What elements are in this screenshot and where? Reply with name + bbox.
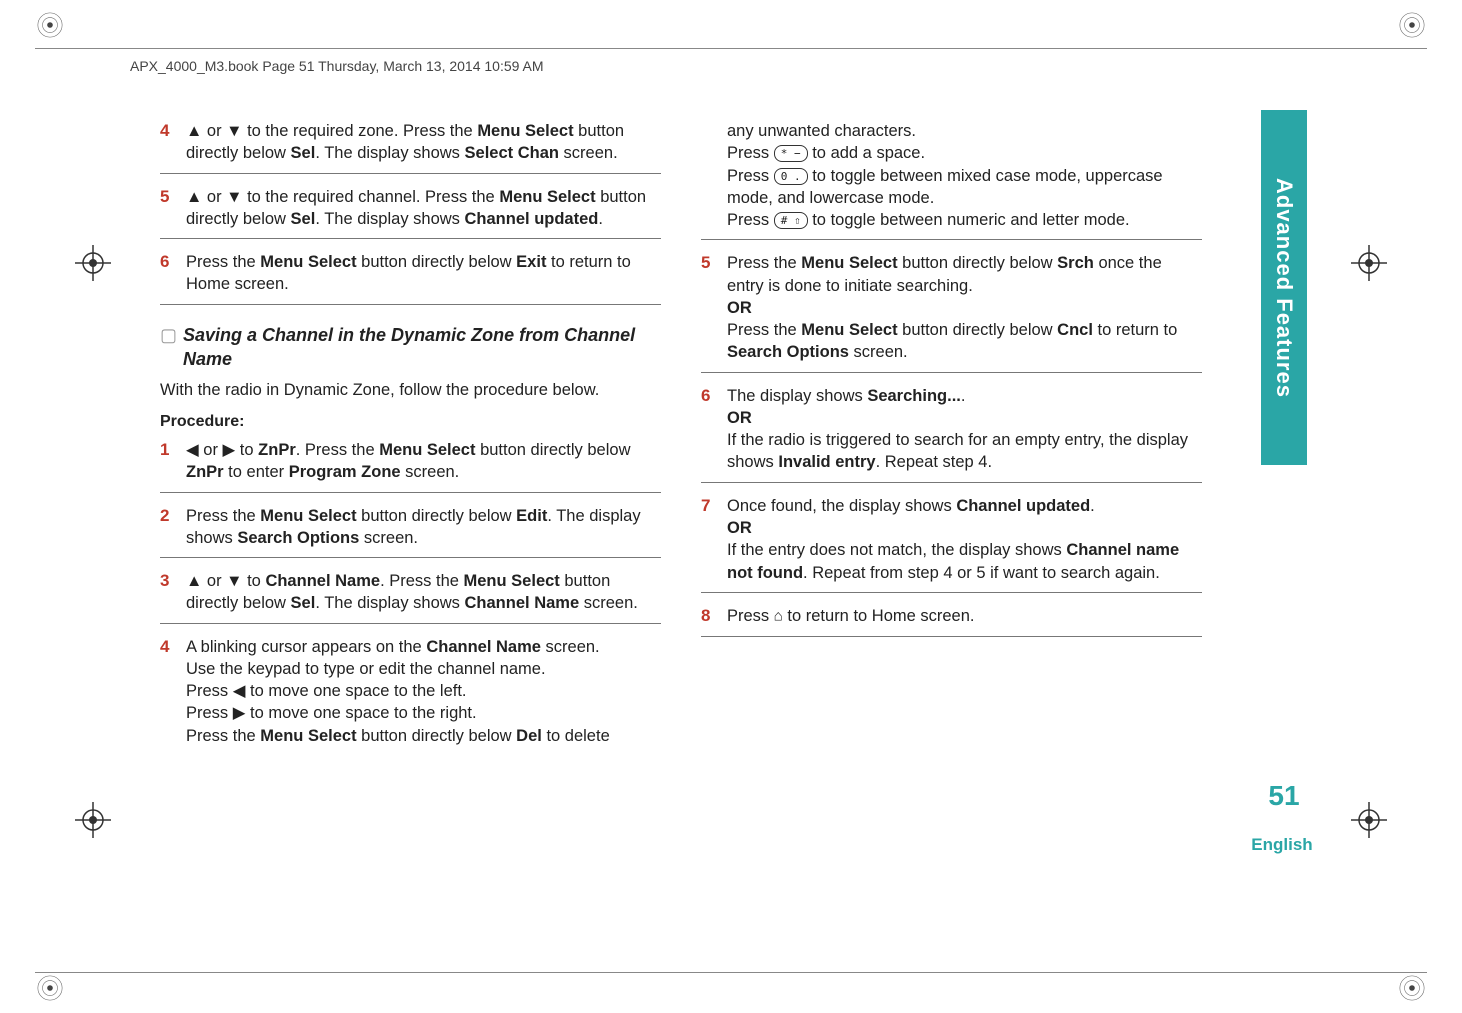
step-item: 4 A blinking cursor appears on the Chann…	[160, 636, 661, 747]
language-label: English	[1247, 835, 1317, 855]
step-text: Press the Menu Select button directly be…	[186, 505, 661, 550]
registration-target-icon	[35, 10, 65, 40]
step-item: 8 Press ⌂ to return to Home screen.	[701, 605, 1202, 637]
top-crop-line	[35, 48, 1427, 49]
step-text: A blinking cursor appears on the Channel…	[186, 636, 661, 747]
step-item: 6 Press the Menu Select button directly …	[160, 251, 661, 305]
step-number: 4	[160, 120, 186, 165]
step-text: ▲ or ▼ to Channel Name. Press the Menu S…	[186, 570, 661, 615]
step-number: 7	[701, 495, 727, 584]
step-number	[701, 120, 727, 231]
step-line: A blinking cursor appears on the Channel…	[186, 636, 661, 658]
crosshair-icon	[1351, 245, 1387, 286]
left-column: 4 ▲ or ▼ to the required zone. Press the…	[160, 120, 661, 753]
page-content: 4 ▲ or ▼ to the required zone. Press the…	[160, 120, 1202, 753]
step-line: Press the Menu Select button directly be…	[186, 725, 661, 747]
step-item: 5 Press the Menu Select button directly …	[701, 252, 1202, 372]
procedure-label: Procedure:	[160, 411, 661, 433]
step-item: 6 The display shows Searching....ORIf th…	[701, 385, 1202, 483]
right-column: any unwanted characters. Press * − to ad…	[701, 120, 1202, 753]
step-text: Once found, the display shows Channel up…	[727, 495, 1202, 584]
step-number: 5	[701, 252, 727, 363]
step-number: 1	[160, 439, 186, 484]
step-number: 3	[160, 570, 186, 615]
step-number: 6	[701, 385, 727, 474]
step-text: ◀ or ▶ to ZnPr. Press the Menu Select bu…	[186, 439, 661, 484]
running-header: APX_4000_M3.book Page 51 Thursday, March…	[130, 58, 544, 74]
step-number: 8	[701, 605, 727, 628]
step-line: Press # ⇧ to toggle between numeric and …	[727, 209, 1202, 231]
step-continuation: any unwanted characters. Press * − to ad…	[701, 120, 1202, 240]
step-text: Press the Menu Select button directly be…	[727, 252, 1202, 363]
document-icon: ▢	[160, 323, 177, 347]
step-number: 6	[160, 251, 186, 296]
step-number: 4	[160, 636, 186, 747]
page-number: 51	[1261, 780, 1307, 812]
step-text: Press ⌂ to return to Home screen.	[727, 605, 1202, 628]
step-item: 4 ▲ or ▼ to the required zone. Press the…	[160, 120, 661, 174]
step-item: 3 ▲ or ▼ to Channel Name. Press the Menu…	[160, 570, 661, 624]
step-text: any unwanted characters. Press * − to ad…	[727, 120, 1202, 231]
step-line: Press ◀ to move one space to the left.	[186, 680, 661, 702]
step-line: Press * − to add a space.	[727, 142, 1202, 164]
step-number: 2	[160, 505, 186, 550]
step-line: Press 0 . to toggle between mixed case m…	[727, 165, 1202, 210]
crosshair-icon	[75, 802, 111, 843]
step-line: Press ▶ to move one space to the right.	[186, 702, 661, 724]
crosshair-icon	[75, 245, 111, 286]
section-tab: Advanced Features	[1261, 110, 1307, 465]
registration-target-icon	[1397, 973, 1427, 1003]
section-heading-text: Saving a Channel in the Dynamic Zone fro…	[183, 323, 661, 372]
section-heading: ▢ Saving a Channel in the Dynamic Zone f…	[160, 323, 661, 372]
step-text: The display shows Searching....ORIf the …	[727, 385, 1202, 474]
bottom-crop-line	[35, 972, 1427, 973]
crosshair-icon	[1351, 802, 1387, 843]
registration-target-icon	[1397, 10, 1427, 40]
step-line: any unwanted characters.	[727, 120, 1202, 142]
step-item: 2 Press the Menu Select button directly …	[160, 505, 661, 559]
step-line: Use the keypad to type or edit the chann…	[186, 658, 661, 680]
step-item: 7 Once found, the display shows Channel …	[701, 495, 1202, 593]
intro-text: With the radio in Dynamic Zone, follow t…	[160, 379, 661, 401]
step-item: 1 ◀ or ▶ to ZnPr. Press the Menu Select …	[160, 439, 661, 493]
step-text: Press the Menu Select button directly be…	[186, 251, 661, 296]
step-number: 5	[160, 186, 186, 231]
step-text: ▲ or ▼ to the required zone. Press the M…	[186, 120, 661, 165]
step-text: ▲ or ▼ to the required channel. Press th…	[186, 186, 661, 231]
registration-target-icon	[35, 973, 65, 1003]
step-item: 5 ▲ or ▼ to the required channel. Press …	[160, 186, 661, 240]
